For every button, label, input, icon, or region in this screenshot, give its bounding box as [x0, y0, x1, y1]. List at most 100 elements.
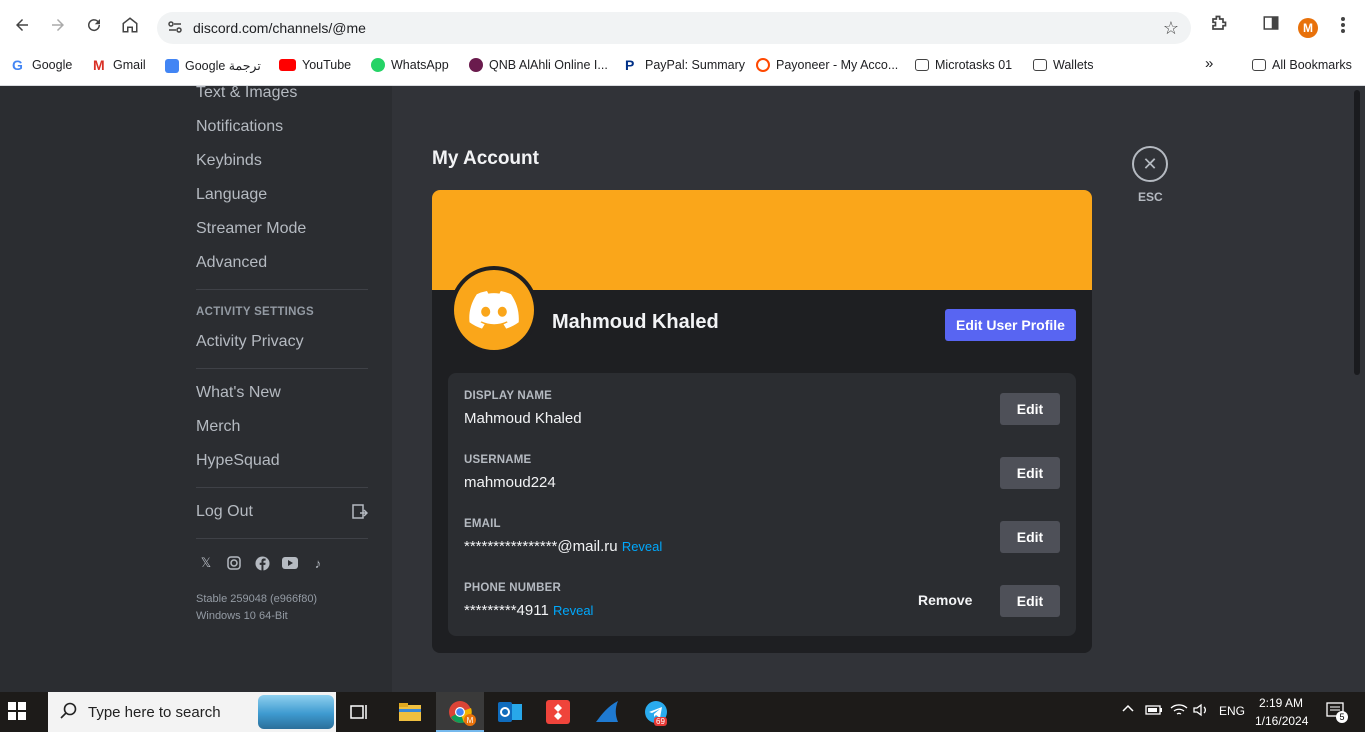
bookmark-youtube[interactable]: YouTube	[279, 58, 351, 72]
version-text: Stable 259048 (e966f80)	[196, 593, 318, 605]
task-view-icon[interactable]	[344, 696, 376, 728]
os-text: Windows 10 64-Bit	[196, 610, 288, 622]
more-bookmarks-button[interactable]: »	[1205, 55, 1213, 72]
reload-icon[interactable]	[82, 13, 106, 37]
bookmark-paypal[interactable]: P PayPal: Summary	[625, 58, 745, 72]
show-hidden-icons[interactable]	[1121, 702, 1135, 719]
back-icon[interactable]	[10, 13, 34, 37]
phone-value: *********4911 Reveal	[464, 602, 593, 619]
menu-icon[interactable]	[1340, 16, 1346, 39]
sidebar-item-whats-new[interactable]: What's New	[196, 384, 281, 402]
forward-icon[interactable]	[46, 13, 70, 37]
sidebar-item-text-images[interactable]: Text & Images	[196, 86, 297, 102]
remove-phone-button[interactable]: Remove	[918, 592, 972, 608]
instagram-icon[interactable]	[226, 555, 242, 571]
translate-icon	[165, 58, 179, 73]
folder-icon	[915, 59, 929, 71]
display-name-label: DISPLAY NAME	[464, 390, 553, 402]
reveal-phone-link[interactable]: Reveal	[553, 603, 593, 618]
wireshark-icon[interactable]	[591, 696, 623, 728]
windows-start-icon[interactable]	[8, 702, 28, 722]
clock-time[interactable]: 2:19 AM	[1259, 696, 1303, 710]
edit-email-button[interactable]: Edit	[1000, 521, 1060, 553]
logout-icon	[352, 504, 369, 520]
display-name-value: Mahmoud Khaled	[464, 410, 582, 427]
page-title: My Account	[432, 148, 539, 169]
youtube-icon	[279, 59, 296, 71]
bookmark-qnb[interactable]: QNB AlAhli Online I...	[469, 58, 608, 72]
profile-avatar[interactable]: M	[1298, 18, 1318, 38]
site-info-icon[interactable]	[167, 19, 185, 37]
edit-phone-button[interactable]: Edit	[1000, 585, 1060, 617]
bookmark-gmail[interactable]: M Gmail	[93, 58, 146, 72]
sidebar-item-hypesquad[interactable]: HypeSquad	[196, 452, 280, 470]
home-icon[interactable]	[118, 13, 142, 37]
esc-label: ESC	[1138, 190, 1163, 204]
bookmark-star-icon[interactable]: ☆	[1163, 18, 1179, 39]
username-label: USERNAME	[464, 454, 532, 466]
notifications-icon[interactable]: 5	[1326, 701, 1348, 724]
account-card: Mahmoud Khaled Edit User Profile DISPLAY…	[432, 190, 1092, 653]
bookmark-payoneer[interactable]: Payoneer - My Acco...	[756, 58, 898, 72]
paypal-icon: P	[625, 57, 635, 73]
bookmark-google[interactable]: G Google	[12, 58, 72, 72]
taskbar: Type here to search M 69 ENG 2:19 AM 1/1…	[0, 692, 1365, 732]
sidebar-item-keybinds[interactable]: Keybinds	[196, 152, 262, 170]
bookmarks-bar: G Google M Gmail Google ترجمة YouTube Wh…	[0, 50, 1365, 86]
bookmark-microtasks[interactable]: Microtasks 01	[915, 58, 1012, 72]
sidebar-item-activity-privacy[interactable]: Activity Privacy	[196, 333, 304, 351]
email-value: ****************@mail.ru Reveal	[464, 538, 662, 555]
outlook-icon[interactable]	[494, 696, 526, 728]
bookmark-whatsapp[interactable]: WhatsApp	[371, 58, 449, 72]
settings-sidebar: Text & Images Notifications Keybinds Lan…	[0, 86, 392, 692]
chrome-taskbar-icon[interactable]: M	[436, 692, 484, 732]
email-label: EMAIL	[464, 518, 501, 530]
url-text: discord.com/channels/@me	[193, 20, 366, 36]
address-bar[interactable]: discord.com/channels/@me ☆	[157, 12, 1191, 44]
x-twitter-icon[interactable]: 𝕏	[198, 555, 214, 571]
all-bookmarks[interactable]: All Bookmarks	[1252, 58, 1352, 72]
google-icon: G	[12, 57, 23, 73]
sidebar-item-language[interactable]: Language	[196, 186, 267, 204]
file-explorer-icon[interactable]	[394, 696, 426, 728]
extensions-icon[interactable]	[1208, 14, 1228, 39]
close-icon[interactable]: ✕	[1132, 146, 1168, 182]
taskbar-search[interactable]: Type here to search	[48, 692, 336, 732]
sidebar-item-notifications[interactable]: Notifications	[196, 118, 283, 136]
edit-username-button[interactable]: Edit	[1000, 457, 1060, 489]
sidebar-item-advanced[interactable]: Advanced	[196, 254, 267, 272]
language-indicator[interactable]: ENG	[1219, 704, 1245, 718]
clock-date[interactable]: 1/16/2024	[1255, 714, 1308, 728]
sidebar-divider	[196, 538, 368, 539]
search-placeholder: Type here to search	[88, 704, 221, 721]
discord-logo-icon	[469, 291, 519, 329]
wifi-icon[interactable]	[1170, 702, 1188, 721]
youtube-icon[interactable]	[282, 555, 298, 571]
phone-masked: *********4911	[464, 602, 549, 619]
sidebar-divider	[196, 487, 368, 488]
sidebar-item-merch[interactable]: Merch	[196, 418, 240, 436]
battery-icon[interactable]	[1145, 703, 1163, 720]
folder-icon	[1252, 59, 1266, 71]
scrollbar[interactable]	[1354, 90, 1360, 375]
avatar	[454, 270, 534, 350]
telegram-icon[interactable]: 69	[640, 696, 672, 728]
username-value: mahmoud224	[464, 474, 556, 491]
edit-user-profile-button[interactable]: Edit User Profile	[945, 309, 1076, 341]
logout-button[interactable]: Log Out	[196, 503, 253, 521]
edit-display-name-button[interactable]: Edit	[1000, 393, 1060, 425]
reveal-email-link[interactable]: Reveal	[622, 539, 662, 554]
phone-label: PHONE NUMBER	[464, 582, 561, 594]
notification-count: 5	[1336, 711, 1348, 723]
payoneer-icon	[756, 58, 770, 72]
tiktok-icon[interactable]: ♪	[310, 555, 326, 571]
volume-icon[interactable]	[1192, 702, 1210, 721]
browser-toolbar: discord.com/channels/@me ☆ M	[0, 0, 1365, 50]
facebook-icon[interactable]	[254, 555, 270, 571]
bookmark-wallets[interactable]: Wallets	[1033, 58, 1094, 72]
bookmark-translate[interactable]: Google ترجمة	[165, 58, 261, 73]
sidebar-item-streamer-mode[interactable]: Streamer Mode	[196, 220, 306, 238]
anydesk-icon[interactable]	[542, 696, 574, 728]
telegram-badge: 69	[654, 717, 667, 726]
side-panel-icon[interactable]	[1262, 14, 1280, 37]
